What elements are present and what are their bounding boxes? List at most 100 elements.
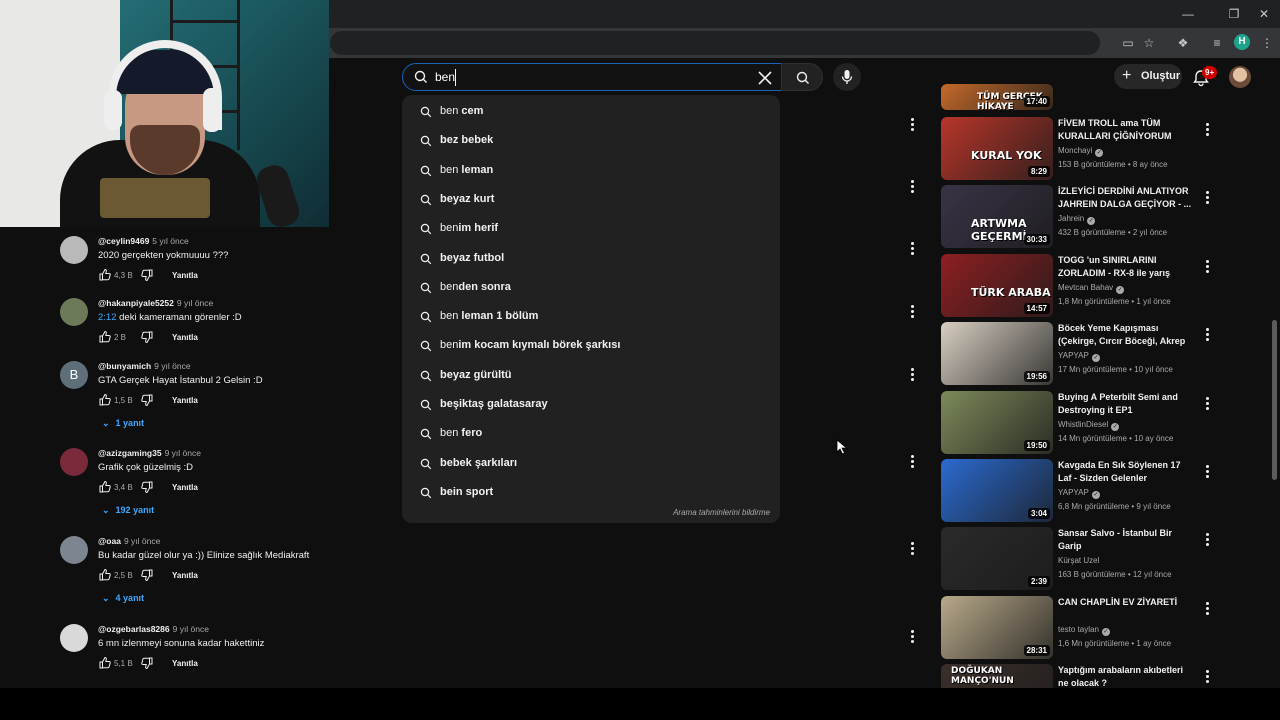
dislike-icon[interactable]	[140, 568, 154, 582]
reply-button[interactable]: Yanıtla	[172, 483, 198, 492]
media-controls-icon[interactable]: ≡	[1209, 35, 1225, 51]
video-thumbnail[interactable]: 19:56	[941, 322, 1053, 385]
avatar[interactable]	[60, 236, 88, 264]
reply-button[interactable]: Yanıtla	[172, 333, 198, 342]
address-bar[interactable]	[330, 31, 1100, 55]
recommended-video[interactable]: KURAL YOK 8:29 FİVEM TROLL ama TÜM KURALLA…	[941, 117, 1211, 181]
more-actions-icon[interactable]	[907, 454, 917, 468]
video-menu-icon[interactable]	[1203, 601, 1211, 615]
video-title[interactable]: Sansar Salvo - İstanbul Bir Garip	[1058, 527, 1192, 553]
search-suggestion[interactable]: beyaz kurt	[402, 186, 780, 214]
restore-icon[interactable]: ❐	[1226, 6, 1242, 22]
avatar[interactable]: B	[60, 361, 88, 389]
cast-icon[interactable]: ▭	[1120, 35, 1136, 51]
more-actions-icon[interactable]	[907, 629, 917, 643]
search-suggestion[interactable]: benim herif	[402, 215, 780, 243]
page-scrollbar[interactable]	[1270, 60, 1278, 688]
video-menu-icon[interactable]	[1203, 259, 1211, 273]
search-suggestion[interactable]: bez bebek	[402, 127, 780, 155]
avatar[interactable]	[60, 624, 88, 652]
video-thumbnail[interactable]: 28:31	[941, 596, 1053, 659]
video-thumbnail[interactable]: TÜRK ARABA 14:57	[941, 254, 1053, 317]
avatar[interactable]	[60, 298, 88, 326]
reply-button[interactable]: Yanıtla	[172, 271, 198, 280]
comment-time[interactable]: 9 yıl önce	[177, 298, 213, 308]
avatar[interactable]	[60, 448, 88, 476]
clear-search-icon[interactable]	[755, 68, 775, 88]
video-channel[interactable]: Kürşat Uzel	[1058, 556, 1099, 565]
recommended-video[interactable]: 19:56 Böcek Yeme Kapışması (Çekirge, Cırc…	[941, 322, 1211, 386]
search-suggestion[interactable]: beşiktaş galatasaray	[402, 391, 780, 419]
recommended-video[interactable]: 28:31 CAN CHAPLİN EV ZİYARETİ testo taylan…	[941, 596, 1211, 660]
reply-button[interactable]: Yanıtla	[172, 571, 198, 580]
video-title[interactable]: Buying A Peterbilt Semi and Destroying i…	[1058, 391, 1192, 417]
comment-time[interactable]: 9 yıl önce	[173, 624, 209, 634]
channel-name[interactable]: WhistlinDiesel	[1058, 420, 1108, 429]
channel-name[interactable]: Mevtcan Bahav	[1058, 283, 1113, 292]
video-thumbnail[interactable]: ARTWMA GEÇERMİ 30:33	[941, 185, 1053, 248]
view-replies-button[interactable]: ⌄ 4 yanıt	[102, 593, 144, 604]
comment-author[interactable]: @azizgaming35 9 yıl önce	[98, 448, 201, 458]
search-suggestion[interactable]: benden sonra	[402, 274, 780, 302]
video-title[interactable]: FİVEM TROLL ama TÜM KURALLARI ÇİĞNİYORUM	[1058, 117, 1192, 143]
video-channel[interactable]: Jahrein ✓	[1058, 214, 1096, 225]
comment-username[interactable]: @bunyamich	[98, 361, 151, 371]
close-window-icon[interactable]: ✕	[1256, 6, 1272, 22]
video-channel[interactable]: YAPYAP ✓	[1058, 488, 1100, 499]
video-channel[interactable]: Mevtcan Bahav ✓	[1058, 283, 1125, 294]
video-menu-icon[interactable]	[1203, 122, 1211, 136]
video-channel[interactable]: WhistlinDiesel ✓	[1058, 420, 1120, 431]
like-icon[interactable]	[98, 656, 112, 670]
recommended-video[interactable]: ARTWMA GEÇERMİ 30:33 İZLEYİCİ DERDİNİ ANLA…	[941, 185, 1211, 249]
video-menu-icon[interactable]	[1203, 532, 1211, 546]
reply-button[interactable]: Yanıtla	[172, 659, 198, 668]
comment-username[interactable]: @oaa	[98, 536, 121, 546]
search-input[interactable]: ben	[402, 63, 782, 91]
scrollbar-thumb[interactable]	[1272, 320, 1277, 480]
search-button[interactable]	[781, 63, 823, 91]
search-suggestion[interactable]: benim kocam kıymalı börek şarkısı	[402, 332, 780, 360]
search-suggestion[interactable]: beyaz gürültü	[402, 362, 780, 390]
comment-time[interactable]: 9 yıl önce	[154, 361, 190, 371]
view-replies-button[interactable]: ⌄ 192 yanıt	[102, 505, 154, 516]
like-icon[interactable]	[98, 268, 112, 282]
like-icon[interactable]	[98, 393, 112, 407]
more-actions-icon[interactable]	[907, 304, 917, 318]
search-suggestion[interactable]: bein sport	[402, 479, 780, 507]
more-actions-icon[interactable]	[907, 179, 917, 193]
search-suggestion[interactable]: bebek şarkıları	[402, 450, 780, 478]
video-thumbnail[interactable]: 19:50	[941, 391, 1053, 454]
search-suggestion[interactable]: beyaz futbol	[402, 245, 780, 273]
more-actions-icon[interactable]	[907, 117, 917, 131]
video-channel[interactable]: Monchayi ✓	[1058, 146, 1104, 157]
video-title[interactable]: CAN CHAPLİN EV ZİYARETİ	[1058, 596, 1192, 609]
recommended-video[interactable]: 2:39 Sansar Salvo - İstanbul Bir Garip Kür…	[941, 527, 1211, 591]
channel-name[interactable]: YAPYAP	[1058, 488, 1089, 497]
dislike-icon[interactable]	[140, 268, 154, 282]
video-menu-icon[interactable]	[1203, 327, 1211, 341]
video-channel[interactable]: YAPYAP ✓	[1058, 351, 1100, 362]
dislike-icon[interactable]	[140, 330, 154, 344]
video-title[interactable]: TOGG 'un SINIRLARINI ZORLADIM - RX-8 ile…	[1058, 254, 1192, 280]
view-replies-button[interactable]: ⌄ 1 yanıt	[102, 418, 144, 429]
avatar[interactable]	[60, 536, 88, 564]
comment-username[interactable]: @ceylin9469	[98, 236, 149, 246]
like-icon[interactable]	[98, 330, 112, 344]
recommended-video[interactable]: 19:50 Buying A Peterbilt Semi and Destroy…	[941, 391, 1211, 455]
video-thumbnail[interactable]: KURAL YOK 8:29	[941, 117, 1053, 180]
comment-author[interactable]: @oaa 9 yıl önce	[98, 536, 160, 546]
reply-button[interactable]: Yanıtla	[172, 396, 198, 405]
channel-name[interactable]: Kürşat Uzel	[1058, 556, 1099, 565]
dislike-icon[interactable]	[140, 480, 154, 494]
video-menu-icon[interactable]	[1203, 669, 1211, 683]
video-title[interactable]: Böcek Yeme Kapışması (Çekirge, Cırcır Bö…	[1058, 322, 1192, 348]
video-channel[interactable]: testo taylan ✓	[1058, 625, 1110, 636]
like-icon[interactable]	[98, 480, 112, 494]
video-title[interactable]: Kavgada En Sık Söylenen 17 Laf - Sizden …	[1058, 459, 1192, 485]
minimize-icon[interactable]: —	[1180, 6, 1196, 22]
comment-username[interactable]: @hakanpiyale5252	[98, 298, 174, 308]
bookmark-star-icon[interactable]: ☆	[1141, 35, 1157, 51]
voice-search-button[interactable]	[833, 63, 861, 91]
comment-author[interactable]: @hakanpiyale5252 9 yıl önce	[98, 298, 213, 308]
video-menu-icon[interactable]	[1203, 190, 1211, 204]
